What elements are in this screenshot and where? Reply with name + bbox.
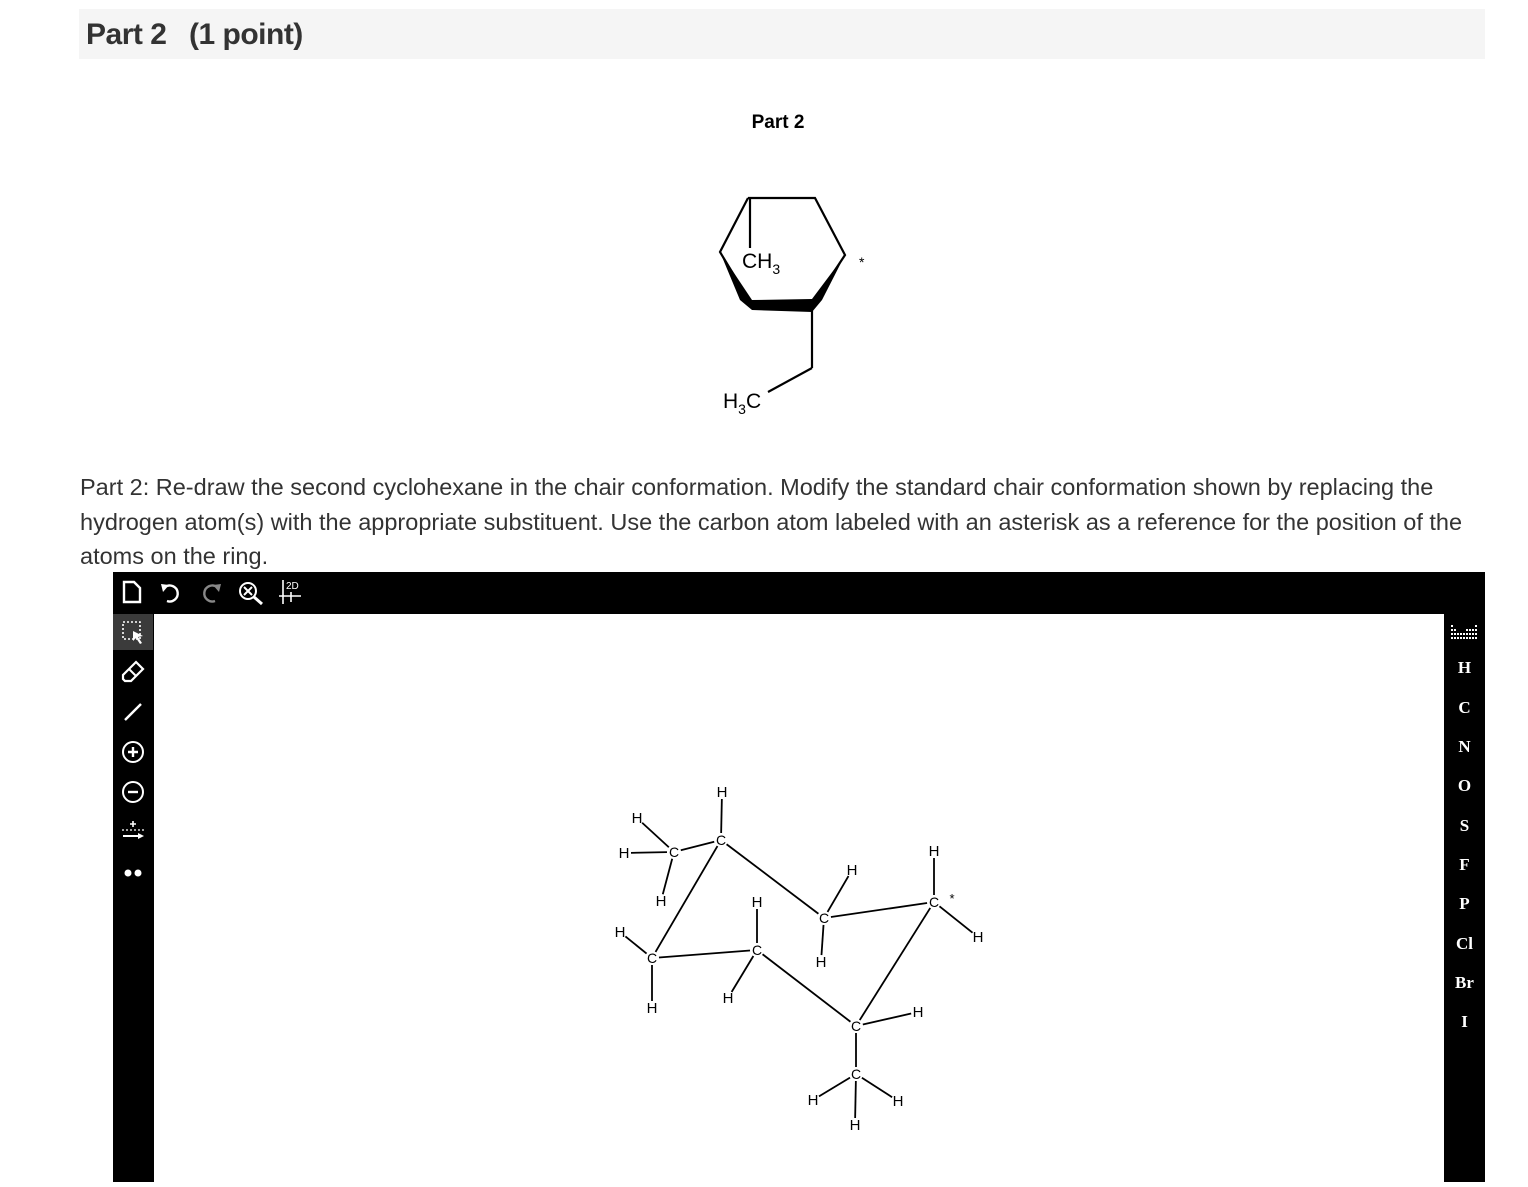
hydrogen-atom[interactable]: H	[717, 784, 728, 801]
minus-charge-icon	[122, 781, 144, 803]
arrow-icon	[122, 821, 144, 839]
hydrogen-atom[interactable]: H	[647, 1000, 658, 1017]
chair-conformation-drawing[interactable]: C C C C C C C C H H H H H H H H H H H H H H H H *	[154, 614, 1444, 1182]
new-document-icon[interactable]	[121, 580, 143, 604]
ch3-label: CH3	[742, 250, 780, 277]
asterisk-label: *	[859, 254, 865, 270]
c-c-bond[interactable]	[658, 949, 751, 959]
hydrogen-atom[interactable]: H	[929, 843, 940, 860]
hydrogen-atom[interactable]: H	[723, 990, 734, 1007]
bond-tool[interactable]	[113, 694, 153, 730]
element-br-button[interactable]: Br	[1444, 968, 1485, 998]
hydrogen-atom[interactable]: H	[615, 924, 626, 941]
c-h-bond[interactable]	[861, 1077, 893, 1098]
hydrogen-atom[interactable]: H	[850, 1117, 861, 1134]
carbon-atom[interactable]: C	[647, 950, 657, 966]
c-h-bond[interactable]	[720, 798, 723, 834]
c-h-bond[interactable]	[661, 858, 674, 895]
hydrogen-atom[interactable]: H	[913, 1004, 924, 1021]
c-h-bond[interactable]	[630, 851, 668, 854]
c-h-bond[interactable]	[641, 822, 670, 848]
element-f-button[interactable]: F	[1444, 850, 1485, 880]
carbon-atom[interactable]: C	[752, 942, 762, 958]
element-c-button[interactable]: C	[1444, 693, 1485, 723]
c-c-bond[interactable]	[680, 840, 715, 852]
arrow-tool[interactable]	[113, 812, 153, 848]
carbon-atom[interactable]: C	[929, 894, 939, 910]
drawing-canvas[interactable]: C C C C C C C C H H H H H H H H H H H H H H H H *	[154, 614, 1444, 1182]
c-h-bond[interactable]	[938, 905, 974, 934]
carbon-atom[interactable]: C	[851, 1018, 861, 1034]
element-cl-button[interactable]: Cl	[1444, 929, 1485, 959]
wedge-bond-right	[812, 255, 845, 312]
c-c-bond[interactable]	[726, 843, 819, 915]
h3c-label: H3C	[723, 390, 761, 417]
selection-tool[interactable]	[113, 614, 153, 650]
hydrogen-atom[interactable]: H	[752, 894, 763, 911]
negative-charge-tool[interactable]	[113, 774, 153, 810]
hydrogen-atom[interactable]: H	[656, 893, 667, 910]
clean-zoom-icon[interactable]	[237, 580, 265, 606]
carbon-atom[interactable]: C	[851, 1066, 861, 1082]
figure-title: Part 2	[752, 112, 805, 133]
redo-icon[interactable]	[199, 582, 223, 604]
2d-coordinates-icon[interactable]: 2D	[277, 578, 305, 606]
molecule-editor: 2D H C N O S F P Cl Br I C C C C C C C C…	[113, 572, 1485, 1182]
c-h-bond[interactable]	[624, 935, 648, 955]
undo-icon[interactable]	[159, 582, 183, 604]
hydrogen-atom[interactable]: H	[893, 1093, 904, 1110]
hydrogen-atom[interactable]: H	[847, 862, 858, 879]
question-figure: Part 2 CH3 H3C *	[718, 112, 865, 417]
carbon-atom[interactable]: C	[669, 844, 679, 860]
c-h-bond[interactable]	[818, 1076, 851, 1098]
selection-icon	[122, 621, 143, 644]
element-i-button[interactable]: I	[1444, 1007, 1485, 1037]
svg-text:2D: 2D	[286, 581, 299, 592]
asterisk-marker[interactable]: *	[949, 891, 954, 906]
wedge-bond-bottom	[752, 299, 812, 312]
periodic-table-icon[interactable]	[1449, 622, 1479, 642]
c-h-bond[interactable]	[730, 955, 755, 993]
hydrogen-atom[interactable]: H	[632, 810, 643, 827]
hydrogen-atom[interactable]: H	[808, 1092, 819, 1109]
eraser-tool[interactable]	[113, 654, 153, 690]
c-h-bond[interactable]	[854, 1080, 857, 1119]
hydrogen-atom[interactable]: H	[619, 845, 630, 862]
instructions-text: Part 2: Re-draw the second cyclohexane i…	[80, 474, 1463, 569]
element-p-button[interactable]: P	[1444, 889, 1485, 919]
element-s-button[interactable]: S	[1444, 811, 1485, 841]
carbon-atom[interactable]: C	[819, 910, 829, 926]
carbon-atom[interactable]: C	[716, 832, 726, 848]
hydrogen-atom[interactable]: H	[816, 954, 827, 971]
c-h-bond[interactable]	[862, 1012, 912, 1026]
element-o-button[interactable]: O	[1444, 771, 1485, 801]
lone-pair-icon	[124, 869, 142, 877]
plus-charge-icon	[122, 741, 144, 763]
lone-pair-tool[interactable]	[113, 852, 153, 888]
bond-icon	[124, 703, 142, 721]
c-c-bond[interactable]	[762, 953, 851, 1023]
c-h-bond[interactable]	[826, 875, 850, 913]
c-c-bond[interactable]	[830, 902, 928, 918]
c-h-bond[interactable]	[820, 924, 825, 956]
eraser-icon	[121, 660, 145, 683]
hydrogen-atom[interactable]: H	[973, 929, 984, 946]
positive-charge-tool[interactable]	[113, 734, 153, 770]
element-n-button[interactable]: N	[1444, 732, 1485, 762]
element-h-button[interactable]: H	[1444, 653, 1485, 683]
